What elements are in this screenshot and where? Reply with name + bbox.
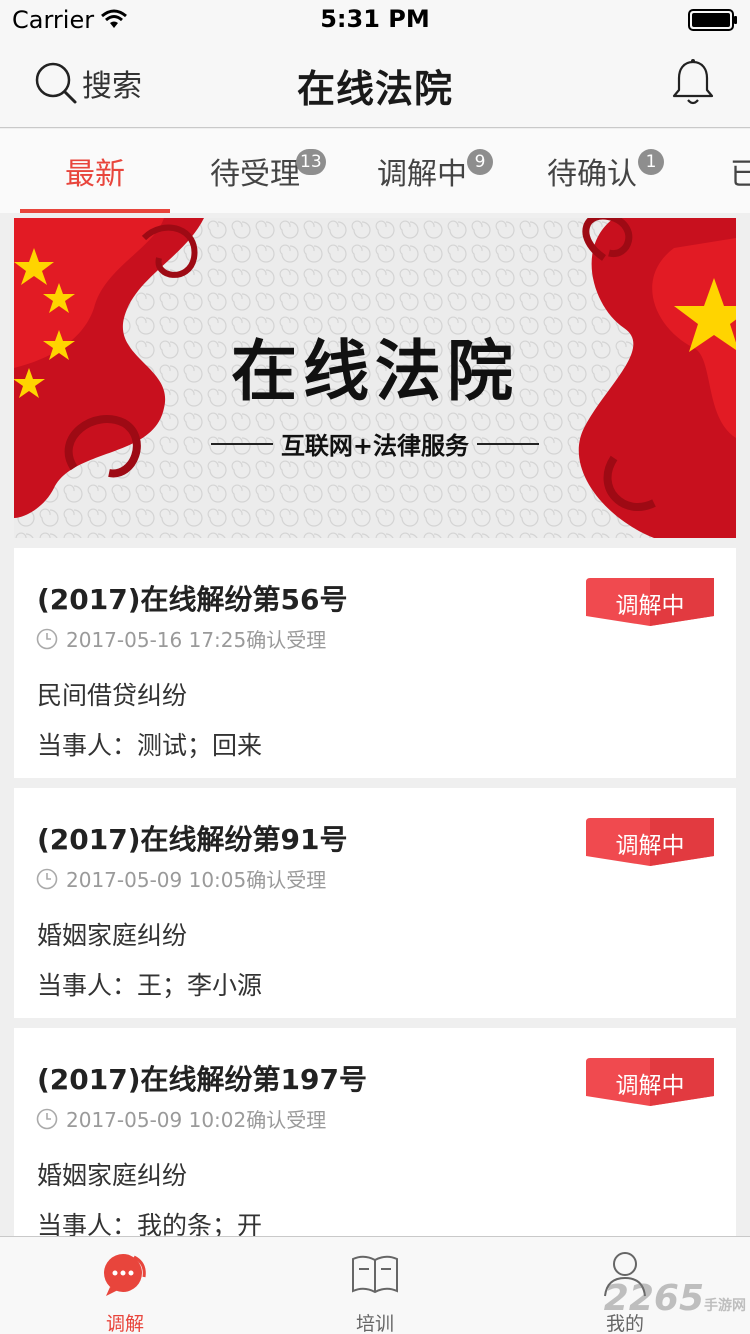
- badge-mediating: 9: [467, 149, 493, 175]
- status-badge: 调解中: [586, 818, 714, 866]
- watermark-brand: 2265: [603, 1278, 704, 1319]
- divider: [477, 442, 540, 445]
- status-time: 5:31 PM: [320, 5, 430, 33]
- case-time: 2017-05-09 10:02确认受理: [66, 1108, 327, 1132]
- case-time: 2017-05-16 17:25确认受理: [66, 628, 327, 652]
- tab-label: 待确认: [547, 157, 637, 192]
- case-type: 婚姻家庭纠纷: [37, 1161, 188, 1190]
- tab-mediating[interactable]: 调解中: [372, 129, 472, 213]
- clock-icon: [36, 628, 58, 649]
- case-parties-row: 当事人： 王；李小源: [37, 966, 262, 1002]
- status-label: 调解中: [615, 593, 685, 619]
- status-badge: 调解中: [586, 1058, 714, 1106]
- tab-label: 最新: [65, 157, 125, 192]
- nav-bar: 搜索 在线法院: [0, 40, 750, 128]
- bottom-tab-label: 调解: [105, 1313, 144, 1334]
- badge-pending-confirmation: 1: [638, 149, 664, 175]
- active-tab-indicator: [20, 209, 170, 213]
- case-number: (2017)在线解纷第91号: [37, 823, 348, 856]
- parties-value: 王；李小源: [137, 971, 263, 1000]
- banner-subtitle-row: 互联网+法律服务: [14, 426, 736, 461]
- clock-icon: [36, 868, 58, 889]
- tab-label: 调解中: [377, 157, 467, 192]
- case-card[interactable]: (2017)在线解纷第91号 2017-05-09 10:05确认受理 婚姻家庭…: [14, 788, 736, 1018]
- tab-pending-confirmation[interactable]: 待确认: [542, 129, 642, 213]
- case-time: 2017-05-09 10:05确认受理: [66, 868, 327, 892]
- case-time-row: 2017-05-09 10:05确认受理: [36, 864, 326, 893]
- promo-banner[interactable]: 在线法院 互联网+法律服务: [14, 218, 736, 538]
- case-card[interactable]: (2017)在线解纷第56号 2017-05-16 17:25确认受理 民间借贷…: [14, 548, 736, 778]
- bell-icon[interactable]: [670, 58, 716, 108]
- case-time-row: 2017-05-16 17:25确认受理: [36, 624, 326, 653]
- bottom-tab-training[interactable]: 培训: [250, 1237, 500, 1334]
- tab-completed[interactable]: 已: [730, 129, 750, 213]
- case-parties-row: 当事人： 测试；回来: [37, 726, 262, 762]
- status-label: 调解中: [615, 1073, 685, 1099]
- tab-latest[interactable]: 最新: [20, 129, 170, 213]
- tab-pending-acceptance[interactable]: 待受理: [200, 129, 310, 213]
- page-title: 在线法院: [296, 67, 453, 111]
- status-badge: 调解中: [586, 578, 714, 626]
- clock-icon: [36, 1108, 58, 1129]
- parties-value: 测试；回来: [137, 731, 263, 760]
- watermark-logo: 2265手游网: [604, 1278, 746, 1319]
- tab-label: 待受理: [210, 157, 300, 192]
- battery-icon: [688, 9, 737, 31]
- case-type: 民间借贷纠纷: [37, 681, 188, 710]
- status-label: 调解中: [615, 833, 685, 859]
- parties-label: 当事人：: [37, 971, 138, 1000]
- status-bar: Carrier 5:31 PM: [0, 0, 750, 40]
- watermark-suffix: 手游网: [704, 1298, 746, 1314]
- bottom-tab-label: 培训: [355, 1313, 394, 1334]
- book-icon: [352, 1255, 398, 1294]
- case-number: (2017)在线解纷第56号: [37, 583, 348, 616]
- banner-title: 在线法院: [231, 332, 519, 410]
- badge-pending-acceptance: 13: [296, 149, 326, 175]
- case-tab-bar: 最新 待受理 13 调解中 9 待确认 1 已: [0, 129, 750, 213]
- case-time-row: 2017-05-09 10:02确认受理: [36, 1104, 326, 1133]
- divider: [210, 442, 273, 445]
- parties-label: 当事人：: [37, 731, 138, 760]
- tab-label: 已: [730, 157, 750, 192]
- banner-subtitle: 互联网+法律服务: [280, 432, 470, 460]
- case-number: (2017)在线解纷第197号: [37, 1063, 367, 1096]
- case-type: 婚姻家庭纠纷: [37, 921, 188, 950]
- bottom-tab-mediation[interactable]: 调解: [0, 1237, 250, 1334]
- case-card[interactable]: (2017)在线解纷第197号 2017-05-09 10:02确认受理 婚姻家…: [14, 1028, 736, 1258]
- chat-bubble-icon: [104, 1254, 146, 1296]
